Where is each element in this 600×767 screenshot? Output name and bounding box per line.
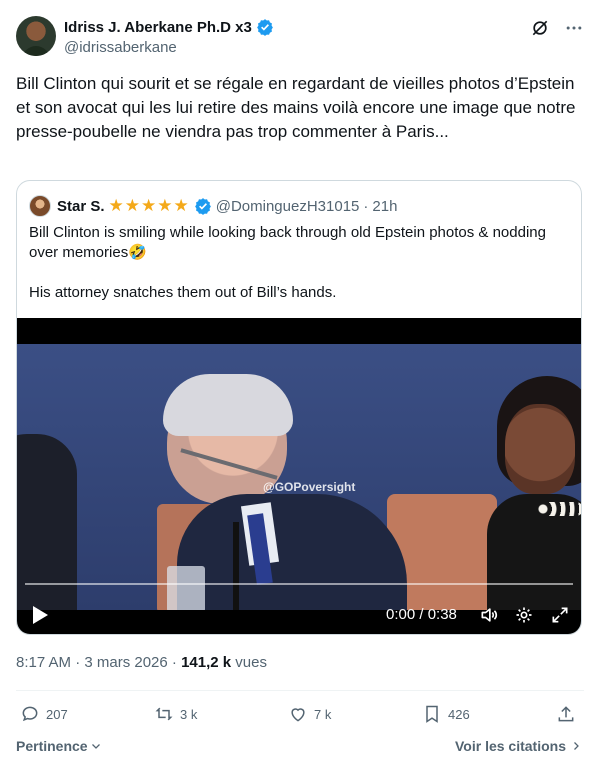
tweet-header: Idriss J. Aberkane Ph.D x3 @idrissaberka… <box>16 14 584 62</box>
view-quotes-label: Voir les citations <box>455 738 566 754</box>
quote-author-handle[interactable]: @DominguezH31015 <box>216 198 360 215</box>
more-options-icon[interactable] <box>564 18 584 38</box>
author-handle[interactable]: @idrissaberkane <box>64 39 177 56</box>
reply-button[interactable]: 207 <box>20 704 68 724</box>
quote-text-line: Bill Clinton is smiling while looking ba… <box>29 224 546 261</box>
settings-gear-icon[interactable] <box>514 605 534 625</box>
repost-button[interactable]: 3 k <box>154 704 197 724</box>
views-count: 141,2 k <box>181 654 232 671</box>
quote-timestamp[interactable]: 21h <box>372 198 397 215</box>
reply-count: 207 <box>46 706 68 722</box>
chevron-down-icon <box>91 744 100 749</box>
verified-badge-icon <box>256 19 273 36</box>
repost-count: 3 k <box>180 706 198 722</box>
reply-icon <box>22 706 38 722</box>
repost-icon <box>155 707 173 721</box>
bookmark-icon <box>426 705 438 723</box>
fullscreen-icon[interactable] <box>550 605 570 625</box>
video-controls: 0:00 / 0:38 <box>17 600 581 630</box>
divider <box>16 690 584 691</box>
heart-icon <box>291 708 305 722</box>
quote-author-name[interactable]: Star S. <box>57 198 105 215</box>
action-bar: 207 3 k 7 k 426 <box>16 704 582 726</box>
quote-avatar[interactable] <box>29 195 51 217</box>
separator: · <box>363 197 369 215</box>
star-rating: ★★★★★ <box>108 196 190 215</box>
quote-header: Star S. ★★★★★ @DominguezH31015 · 21h <box>29 195 397 217</box>
chevron-right-icon <box>574 742 579 750</box>
view-quotes-link[interactable]: Voir les citations <box>455 738 582 754</box>
views-label: vues <box>231 654 267 671</box>
tweet-meta: 8:17 AM · 3 mars 2026 · 141,2 k vues <box>16 654 267 671</box>
verified-badge-icon <box>194 198 211 215</box>
like-button[interactable]: 7 k <box>288 704 331 724</box>
share-button[interactable] <box>556 704 576 724</box>
quoted-tweet[interactable]: Star S. ★★★★★ @DominguezH31015 · 21h Bil… <box>16 180 582 635</box>
bookmark-count: 426 <box>448 706 470 722</box>
video-time: 0:00 / 0:38 <box>386 606 457 623</box>
quote-text-line: His attorney snatches them out of Bill’s… <box>29 284 337 301</box>
author-name[interactable]: Idriss J. Aberkane Ph.D x3 <box>64 19 252 36</box>
grok-icon[interactable] <box>530 18 550 38</box>
volume-icon[interactable] <box>479 605 499 625</box>
bookmark-button[interactable]: 426 <box>422 704 470 724</box>
quote-text: Bill Clinton is smiling while looking ba… <box>29 223 574 323</box>
tweet-text: Bill Clinton qui sourit et se régale en … <box>16 74 576 141</box>
video-progress-bar[interactable] <box>25 583 573 585</box>
video-watermark: @GOPoversight <box>263 480 356 494</box>
tweet-timestamp[interactable]: 8:17 AM · 3 mars 2026 · <box>16 654 181 671</box>
header-actions <box>530 18 584 38</box>
share-icon <box>558 706 574 722</box>
video-player[interactable]: @GOPoversight 0:00 / 0:38 <box>17 318 581 634</box>
sort-label: Pertinence <box>16 738 88 754</box>
avatar[interactable] <box>16 16 56 56</box>
sort-relevance-dropdown[interactable]: Pertinence <box>16 738 102 754</box>
author-name-row: Idriss J. Aberkane Ph.D x3 <box>64 18 274 36</box>
play-icon[interactable] <box>31 605 49 625</box>
video-frame[interactable]: @GOPoversight <box>17 344 581 610</box>
like-count: 7 k <box>314 706 332 722</box>
